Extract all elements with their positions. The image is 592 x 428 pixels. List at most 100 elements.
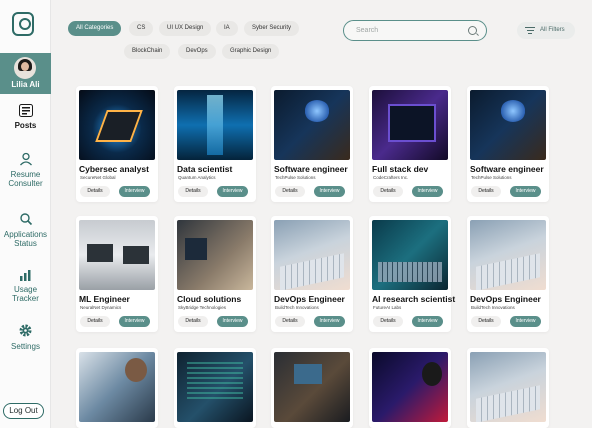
avatar (14, 57, 36, 79)
interview-button[interactable]: Interview (510, 186, 541, 197)
interview-button[interactable]: Interview (314, 186, 345, 197)
job-company: TechPulse Solutions (471, 175, 512, 180)
filter-icon (525, 27, 535, 34)
job-card[interactable]: Software engineer TechPulse Solutions De… (467, 86, 549, 202)
job-thumbnail (274, 220, 350, 290)
job-thumbnail (177, 352, 253, 422)
details-button[interactable]: Details (275, 186, 305, 197)
interview-button[interactable]: Interview (217, 186, 248, 197)
job-card[interactable]: Cybersec analyst SecureNet Global Detail… (76, 86, 158, 202)
job-card[interactable] (174, 348, 256, 428)
job-thumbnail (177, 90, 253, 160)
details-button[interactable]: Details (275, 316, 305, 327)
category-chip-ia[interactable]: IA (216, 21, 238, 36)
job-company: TechPulse Solutions (275, 175, 316, 180)
interview-button[interactable]: Interview (510, 316, 541, 327)
interview-button[interactable]: Interview (314, 316, 345, 327)
sidebar-item-resume-consulter[interactable]: Resume Consulter (0, 152, 51, 188)
category-chip-blockchain[interactable]: BlockChain (124, 44, 171, 59)
profile-block[interactable]: Lilia Ali (0, 53, 51, 94)
sidebar-item-label: Resume Consulter (8, 170, 43, 188)
job-card[interactable]: Data scientist Quantum Analytics Details… (174, 86, 256, 202)
filters-label: All Filters (540, 27, 565, 33)
job-thumbnail (470, 220, 546, 290)
details-button[interactable]: Details (373, 316, 403, 327)
job-title: ML Engineer (79, 294, 130, 304)
job-thumbnail (79, 352, 155, 422)
category-chip-ui-ux[interactable]: UI UX Design (159, 21, 212, 36)
all-filters-button[interactable]: All Filters (517, 22, 575, 39)
job-card[interactable] (467, 348, 549, 428)
interview-button[interactable]: Interview (119, 186, 150, 197)
posts-icon (0, 104, 51, 120)
interview-button[interactable]: Interview (217, 316, 248, 327)
job-thumbnail (372, 352, 448, 422)
job-company: BuildTech Innovations (471, 305, 515, 310)
job-card[interactable]: Cloud solutions SkyBridge Technologies D… (174, 216, 256, 332)
interview-button[interactable]: Interview (412, 316, 443, 327)
job-thumbnail (274, 352, 350, 422)
profile-name: Lilia Ali (11, 80, 40, 89)
category-chip-all[interactable]: All Categories (68, 21, 122, 36)
job-card[interactable]: DevOps Engineer BuildTech Innovations De… (271, 216, 353, 332)
sidebar-item-label: Settings (11, 342, 40, 351)
job-title: DevOps Engineer (470, 294, 541, 304)
details-button[interactable]: Details (178, 186, 208, 197)
job-thumbnail (177, 220, 253, 290)
job-company: NeuralNet Dynamics (80, 305, 122, 310)
job-title: DevOps Engineer (274, 294, 345, 304)
search-input[interactable]: Search (343, 20, 487, 41)
job-card[interactable]: DevOps Engineer BuildTech Innovations De… (467, 216, 549, 332)
job-thumbnail (79, 90, 155, 160)
job-thumbnail (274, 90, 350, 160)
details-button[interactable]: Details (178, 316, 208, 327)
gear-icon (0, 323, 51, 341)
job-card[interactable] (76, 348, 158, 428)
sidebar-item-label: Posts (14, 121, 37, 130)
details-button[interactable]: Details (80, 186, 110, 197)
details-button[interactable]: Details (471, 316, 501, 327)
job-card[interactable]: Full stack dev CodeCrafters Inc. Details… (369, 86, 451, 202)
job-title: Software engineer (274, 164, 348, 174)
search-placeholder: Search (356, 27, 379, 34)
sidebar-item-posts[interactable]: Posts (0, 104, 51, 130)
job-title: Cybersec analyst (79, 164, 149, 174)
job-thumbnail (372, 90, 448, 160)
job-card[interactable]: ML Engineer NeuralNet Dynamics Details I… (76, 216, 158, 332)
job-company: FutureAI Labs (373, 305, 402, 310)
user-icon (0, 152, 51, 169)
job-title: Full stack dev (372, 164, 429, 174)
category-chip-graphic-design[interactable]: Graphic Design (222, 44, 280, 59)
job-thumbnail (79, 220, 155, 290)
bar-chart-icon (0, 268, 51, 284)
app-logo-icon[interactable] (12, 12, 34, 36)
interview-button[interactable]: Interview (119, 316, 150, 327)
sidebar-item-usage-tracker[interactable]: Usage Tracker (0, 268, 51, 303)
sidebar: Lilia Ali Posts Resume Consulter Applica… (0, 0, 51, 428)
job-thumbnail (372, 220, 448, 290)
sidebar-item-settings[interactable]: Settings (0, 323, 51, 351)
job-company: CodeCrafters Inc. (373, 175, 409, 180)
job-company: BuildTech Innovations (275, 305, 319, 310)
details-button[interactable]: Details (471, 186, 501, 197)
job-title: Cloud solutions (177, 294, 242, 304)
sidebar-item-label: Usage Tracker (12, 285, 39, 303)
job-card[interactable] (369, 348, 451, 428)
job-card[interactable]: AI research scientist FutureAI Labs Deta… (369, 216, 455, 332)
category-chip-syber-security[interactable]: Syber Security (244, 21, 300, 36)
job-card[interactable]: Software engineer TechPulse Solutions De… (271, 86, 353, 202)
job-thumbnail (470, 90, 546, 160)
job-company: SkyBridge Technologies (178, 305, 226, 310)
logout-button[interactable]: Log Out (3, 403, 44, 419)
job-company: Quantum Analytics (178, 175, 216, 180)
job-company: SecureNet Global (80, 175, 116, 180)
category-chip-cs[interactable]: CS (129, 21, 154, 36)
details-button[interactable]: Details (373, 186, 403, 197)
details-button[interactable]: Details (80, 316, 110, 327)
interview-button[interactable]: Interview (412, 186, 443, 197)
sidebar-item-applications-status[interactable]: Applications Status (0, 212, 51, 248)
search-icon[interactable] (468, 26, 477, 35)
job-card[interactable] (271, 348, 353, 428)
job-title: Software engineer (470, 164, 544, 174)
category-chip-devops[interactable]: DevOps (178, 44, 216, 59)
